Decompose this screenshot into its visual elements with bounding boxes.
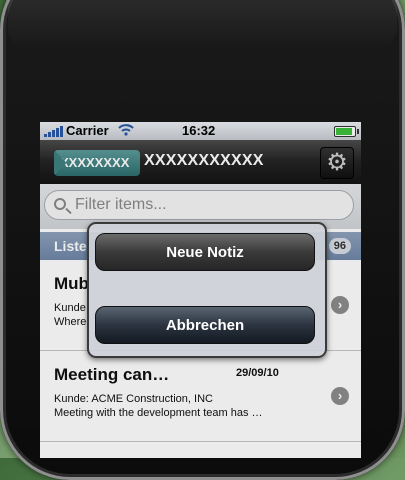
phone-reflection [8, 0, 397, 48]
phone-screen: Carrier 16:32 XXXXXXXX XXXXXXXXXXX ⚙ Fil… [40, 122, 361, 458]
action-popover: Neue Notiz Abbrechen [87, 222, 327, 358]
cancel-button[interactable]: Abbrechen [95, 306, 315, 344]
new-note-button[interactable]: Neue Notiz [95, 233, 315, 271]
